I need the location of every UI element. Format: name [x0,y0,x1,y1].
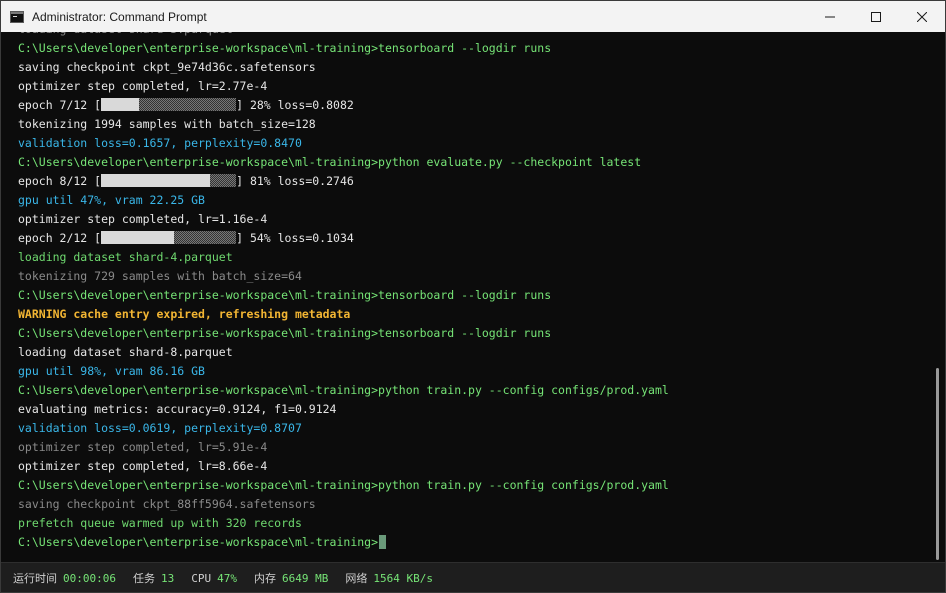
progress-suffix: ] 54% loss=0.1034 [236,231,354,245]
output-text: optimizer step completed, lr=2.77e-4 [18,79,268,93]
output-text: gpu util 98%, vram 86.16 GB [18,364,205,378]
output-line: gpu util 47%, vram 22.25 GB [18,191,669,210]
output-text: validation loss=0.0619, perplexity=0.870… [18,421,302,435]
output-text: prefetch queue warmed up with 320 record… [18,516,302,530]
prompt-line: C:\Users\developer\enterprise-workspace\… [18,476,669,495]
output-line: prefetch queue warmed up with 320 record… [18,514,669,533]
maximize-button[interactable] [853,1,899,32]
output-text: optimizer step completed, lr=5.91e-4 [18,440,268,454]
status-bar: 运行时间 00:00:06 任务 13 CPU 47% 内存 6649 MB 网络 156… [1,562,945,592]
minimize-button[interactable] [807,1,853,32]
output-text: WARNING cache entry expired, refreshing … [18,307,351,321]
prompt-line: C:\Users\developer\enterprise-workspace\… [18,153,669,172]
progress-bar [101,231,237,244]
prompt-line: C:\Users\developer\enterprise-workspace\… [18,381,669,400]
progress-prefix: epoch 2/12 [ [18,231,102,245]
output-text: tokenizing 729 samples with batch_size=6… [18,269,302,283]
output-line: evaluating metrics: accuracy=0.9124, f1=… [18,400,669,419]
output-line: loading dataset shard-8.parquet [18,343,669,362]
window-title: Administrator: Command Prompt [32,9,207,24]
progress-suffix: ] 28% loss=0.8082 [236,98,354,112]
prompt-path: C:\Users\developer\enterprise-workspace\… [18,41,379,55]
text-cursor[interactable] [379,535,387,549]
cmd-icon[interactable] [10,10,24,23]
output-line: validation loss=0.1657, perplexity=0.847… [18,134,669,153]
output-line: optimizer step completed, lr=8.66e-4 [18,457,669,476]
output-line: optimizer step completed, lr=1.16e-4 [18,210,669,229]
prompt-path: C:\Users\developer\enterprise-workspace\… [18,326,379,340]
progress-line: epoch 2/12 [ ] 54% loss=0.1034 [18,229,669,248]
output-line: validation loss=0.0619, perplexity=0.870… [18,419,669,438]
minimize-icon [825,16,835,17]
prompt-path: C:\Users\developer\enterprise-workspace\… [18,478,379,492]
output-text: saving checkpoint ckpt_88ff5964.safetens… [18,497,316,511]
command-text: python train.py --config configs/prod.ya… [378,478,669,492]
output-line: optimizer step completed, lr=5.91e-4 [18,438,669,457]
maximize-icon [871,11,881,22]
status-memory: 内存 6649 MB [253,572,329,585]
prompt-line: C:\Users\developer\enterprise-workspace\… [18,39,669,58]
progress-line: epoch 7/12 [ ] 28% loss=0.8082 [18,96,669,115]
progress-prefix: epoch 8/12 [ [18,174,102,188]
close-icon [917,11,927,22]
progress-line: epoch 8/12 [ ] 81% loss=0.2746 [18,172,669,191]
output-line: tokenizing 1994 samples with batch_size=… [18,115,669,134]
output-text: gpu util 47%, vram 22.25 GB [18,193,205,207]
status-tasks: 任务 13 [132,572,175,585]
terminal-output[interactable]: loading dataset shard-3.parquet C:\Users\… [1,32,931,562]
output-line: optimizer step completed, lr=2.77e-4 [18,77,669,96]
progress-bar-fill [101,98,140,111]
command-text: tensorboard --logdir runs [378,41,552,55]
progress-bar-fill [101,231,175,244]
output-line: saving checkpoint ckpt_9e74d36c.safetens… [18,58,669,77]
command-text: python evaluate.py --checkpoint latest [378,155,642,169]
prompt-line: C:\Users\developer\enterprise-workspace\… [18,324,669,343]
title-bar[interactable]: Administrator: Command Prompt [1,1,945,32]
prompt-path: C:\Users\developer\enterprise-workspace\… [18,535,379,549]
output-line: tokenizing 729 samples with batch_size=6… [18,267,669,286]
window-controls [807,1,945,32]
command-text: tensorboard --logdir runs [378,288,552,302]
output-line: loading dataset shard-3.parquet [18,32,669,39]
command-text: python train.py --config configs/prod.ya… [378,383,669,397]
scrollbar-thumb[interactable] [936,368,939,560]
progress-suffix: ] 81% loss=0.2746 [236,174,354,188]
status-network: 网络 1564 KB/s [345,572,433,585]
output-line: gpu util 98%, vram 86.16 GB [18,362,669,381]
progress-bar [101,174,237,187]
output-line: WARNING cache entry expired, refreshing … [18,305,669,324]
output-text: loading dataset shard-3.parquet [18,32,233,36]
output-text: loading dataset shard-4.parquet [18,250,233,264]
progress-prefix: epoch 7/12 [ [18,98,102,112]
progress-bar-remaining [174,231,237,244]
status-runtime: 运行时间 00:00:06 [13,572,116,585]
output-text: evaluating metrics: accuracy=0.9124, f1=… [18,402,337,416]
output-text: saving checkpoint ckpt_9e74d36c.safetens… [18,60,316,74]
progress-bar-remaining [139,98,237,111]
command-text: tensorboard --logdir runs [378,326,552,340]
prompt-line: C:\Users\developer\enterprise-workspace\… [18,286,669,305]
close-button[interactable] [899,1,945,32]
output-line: saving checkpoint ckpt_88ff5964.safetens… [18,495,669,514]
output-text: optimizer step completed, lr=8.66e-4 [18,459,268,473]
output-line: loading dataset shard-4.parquet [18,248,669,267]
output-text: validation loss=0.1657, perplexity=0.847… [18,136,302,150]
terminal-lines: loading dataset shard-3.parquet C:\Users\… [18,32,669,552]
output-text: loading dataset shard-8.parquet [18,345,233,359]
prompt-path: C:\Users\developer\enterprise-workspace\… [18,288,379,302]
output-text: optimizer step completed, lr=1.16e-4 [18,212,268,226]
prompt-line: C:\Users\developer\enterprise-workspace\… [18,533,669,552]
prompt-path: C:\Users\developer\enterprise-workspace\… [18,155,379,169]
scrollbar[interactable] [931,32,945,562]
command-prompt-window: Administrator: Command Prompt loading da… [0,0,946,593]
status-cpu: CPU 47% [191,571,237,585]
progress-bar-fill [101,174,211,187]
progress-bar-remaining [210,174,237,187]
output-text: tokenizing 1994 samples with batch_size=… [18,117,316,131]
prompt-path: C:\Users\developer\enterprise-workspace\… [18,383,379,397]
progress-bar [101,98,237,111]
